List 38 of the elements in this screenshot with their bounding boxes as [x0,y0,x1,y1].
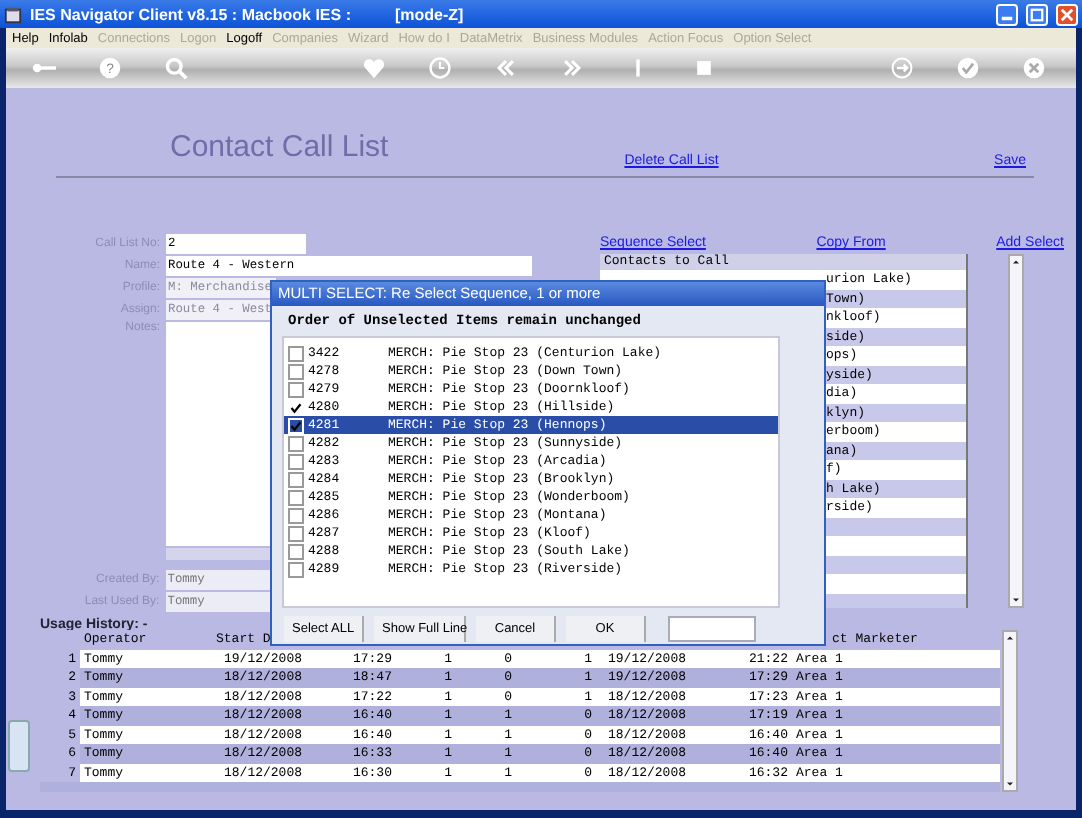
checkbox[interactable] [288,363,304,379]
checkbox[interactable] [288,345,304,361]
close-icon[interactable] [1021,56,1045,80]
checkbox[interactable] [288,435,304,451]
checkbox[interactable] [288,507,304,523]
maximize-icon [1030,7,1044,21]
scroll-down-icon[interactable] [1004,778,1016,790]
scroll-down-icon[interactable] [1010,594,1022,606]
checkbox[interactable] [288,543,304,559]
double-left-icon[interactable] [493,56,517,80]
scrollbar[interactable] [1008,254,1024,608]
window-mode: [mode-Z] [395,5,464,23]
close-button[interactable] [1056,3,1078,25]
checkbox[interactable] [288,417,304,433]
check-icon[interactable] [955,56,979,80]
checkbox[interactable] [288,381,304,397]
scroll-up-icon[interactable] [1010,256,1022,268]
page-title: Contact Call List [170,130,389,164]
app-icon [4,5,22,23]
input-field[interactable] [668,616,756,642]
scroll-up-icon[interactable] [1004,632,1016,644]
checkbox[interactable] [288,525,304,541]
minimize-button[interactable] [996,3,1018,25]
close-icon [1060,7,1074,21]
search-icon[interactable] [163,56,187,80]
side-tab[interactable] [8,720,30,772]
checkbox[interactable] [288,399,304,415]
heart-icon[interactable] [361,56,385,80]
clock-icon[interactable] [427,56,451,80]
checkbox[interactable] [288,561,304,577]
window-title: IES Navigator Client v8.15 : Macbook IES : [30,5,351,23]
square-icon[interactable] [691,56,715,80]
checkbox[interactable] [288,453,304,469]
checkbox[interactable] [288,471,304,487]
scrollbar[interactable] [1002,630,1018,792]
double-right-icon[interactable] [559,56,583,80]
maximize-button[interactable] [1026,3,1048,25]
checkbox[interactable] [288,489,304,505]
